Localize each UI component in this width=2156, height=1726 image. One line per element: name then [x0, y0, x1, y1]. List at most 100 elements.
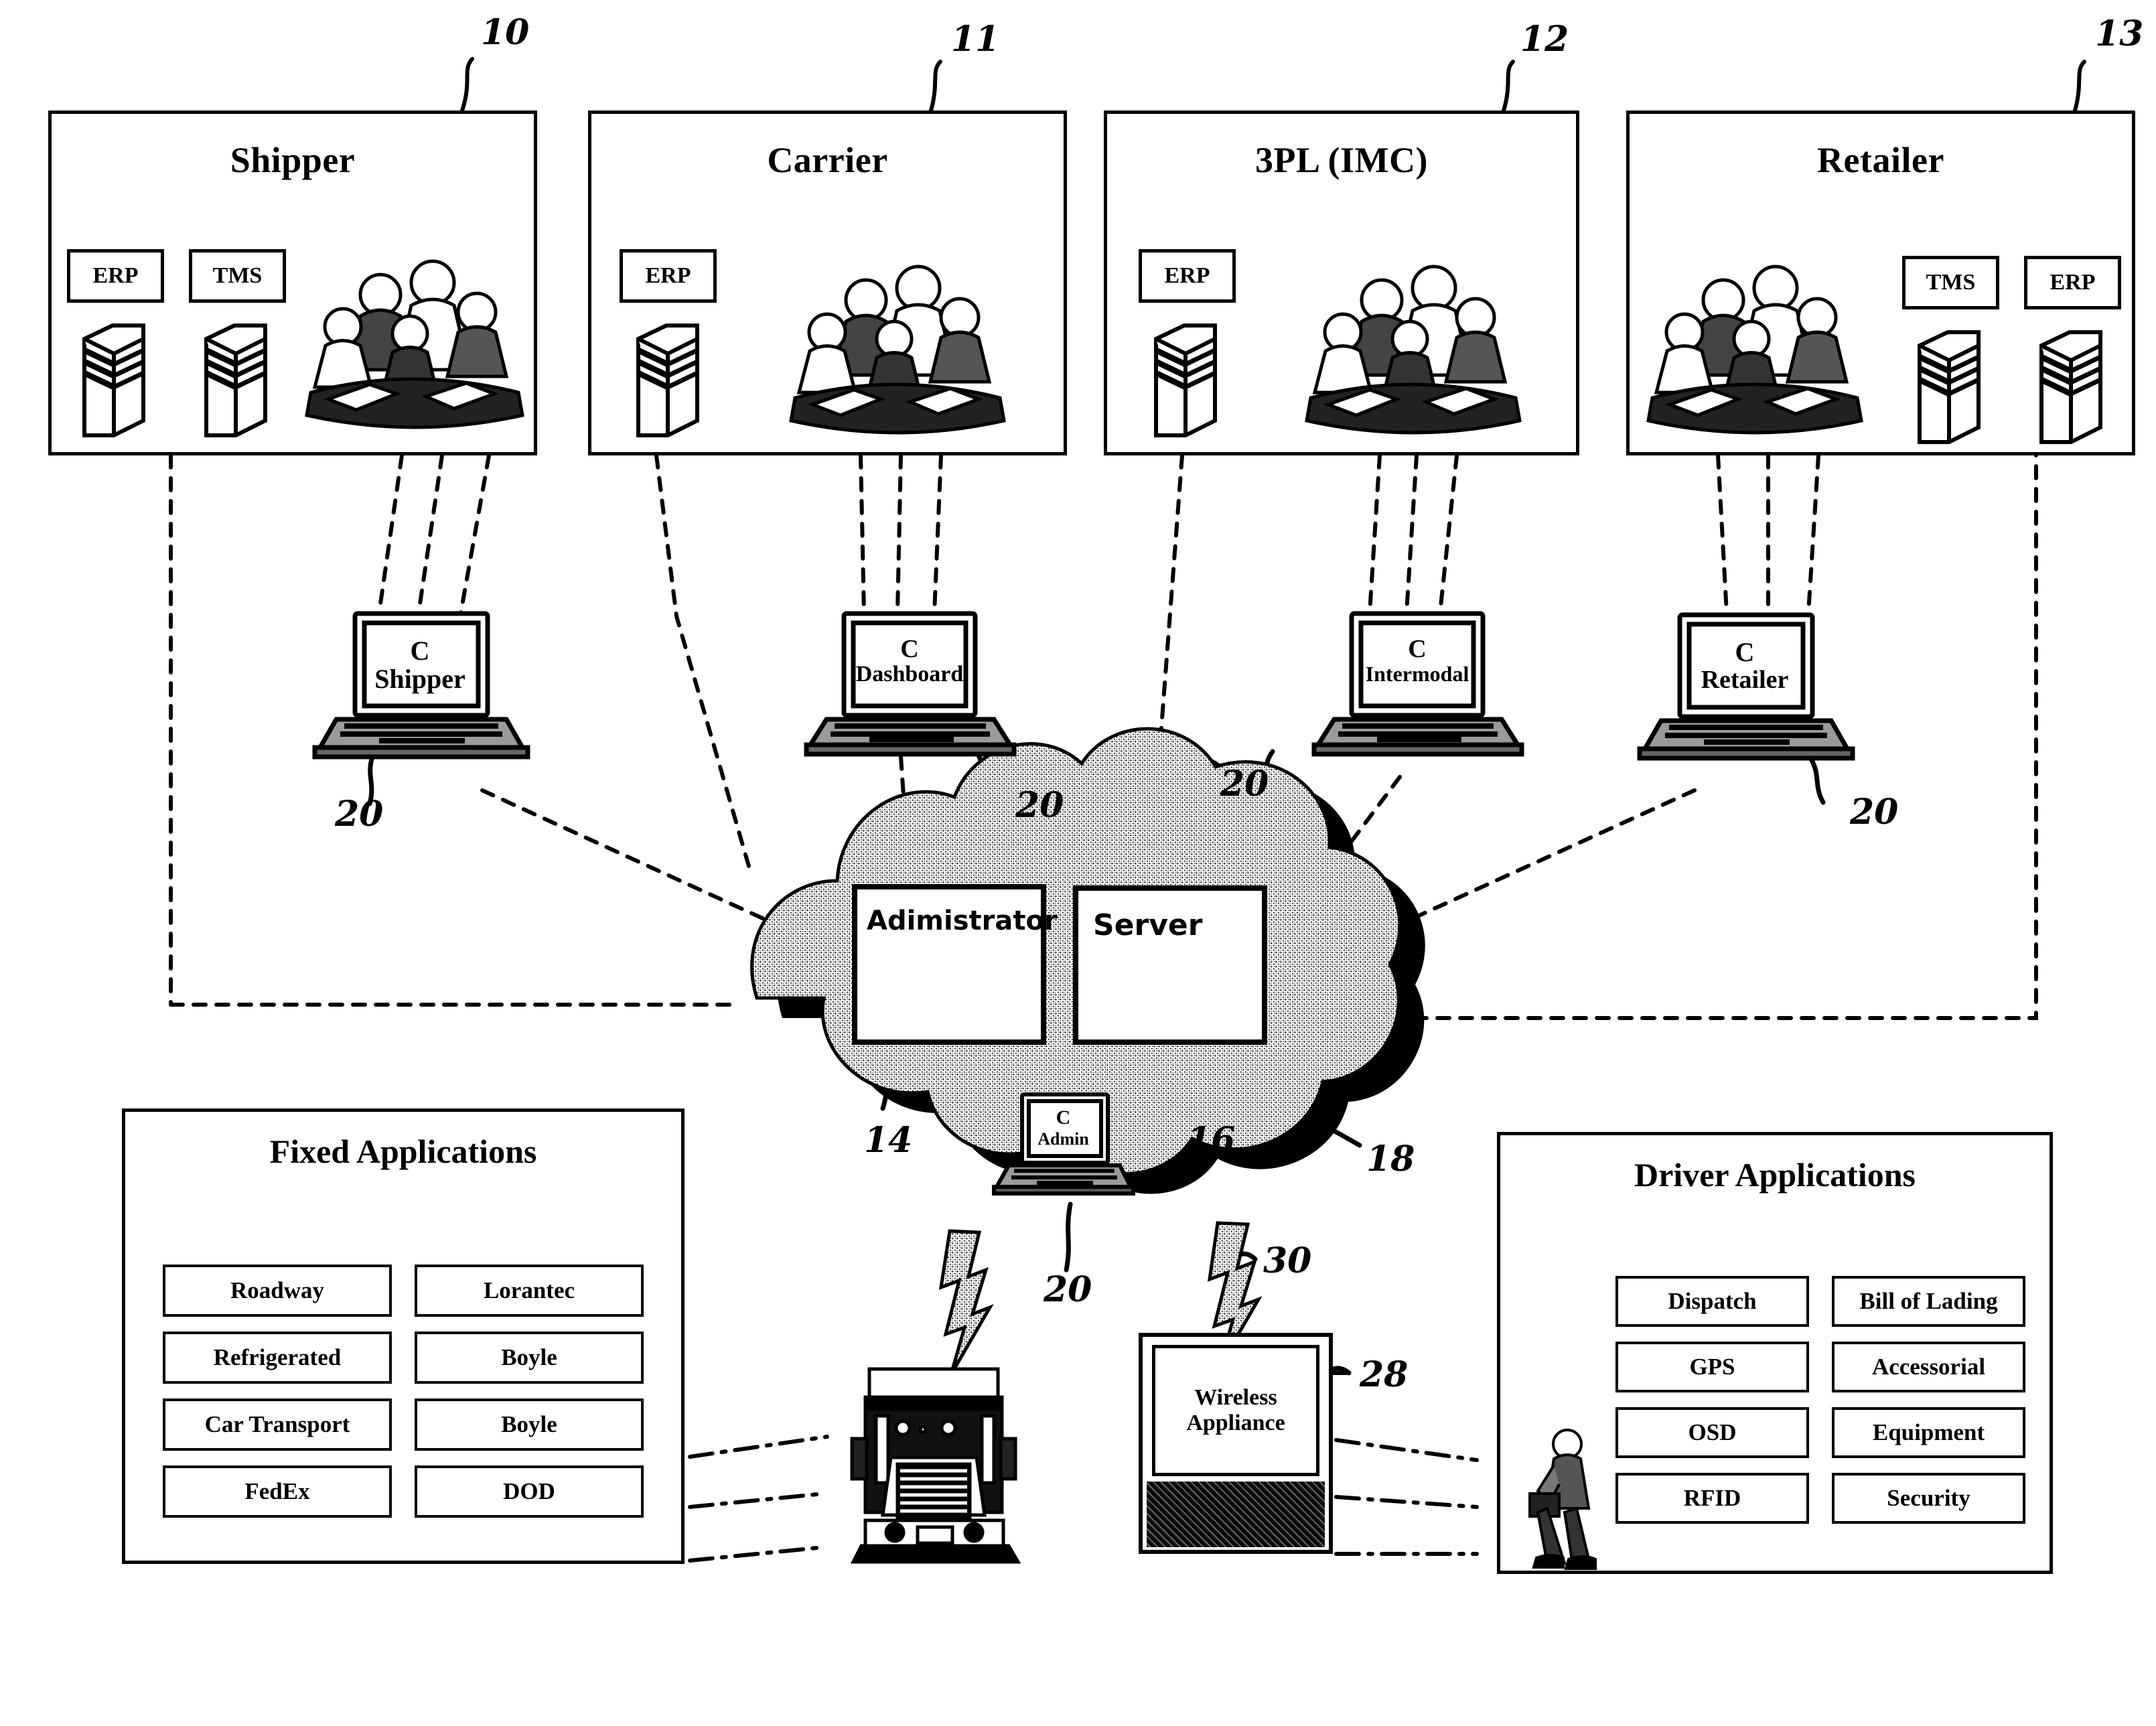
admin-laptop[interactable]: C Admin: [991, 1092, 1135, 1196]
server-tower-retailer-erp: [2039, 330, 2102, 444]
cloud-server-box[interactable]: Server: [1073, 885, 1267, 1045]
client-laptop-screen-line1: C: [900, 635, 919, 663]
fixed-app-lorantec[interactable]: Lorantec: [415, 1265, 644, 1317]
ref-numeral-16: 16: [1187, 1120, 1236, 1161]
party-title-retailer: Retailer: [1817, 140, 1944, 180]
client-laptop-screen-line1: C: [1408, 635, 1427, 663]
driver-app-label: RFID: [1683, 1485, 1741, 1511]
app-box-retailer-tms[interactable]: TMS: [1902, 256, 1999, 309]
fixed-app-label: Refrigerated: [213, 1344, 342, 1370]
cloud-server-label: Server: [1093, 908, 1203, 942]
ref-numeral-14: 14: [864, 1120, 913, 1161]
client-laptop-screen-line2: Shipper: [374, 664, 465, 694]
server-tower-carrier-erp: [636, 323, 699, 437]
patent-figure-canvas: Shipper ERP TMS Carrier ERP 3PL (IMC) ER…: [0, 0, 2156, 1726]
fixed-app-label: Roadway: [230, 1277, 325, 1303]
client-laptop-shipper[interactable]: C Shipper: [309, 609, 530, 760]
wireless-appliance-line2: Appliance: [1186, 1411, 1285, 1435]
driver-app-label: OSD: [1688, 1419, 1737, 1445]
wireless-appliance[interactable]: Wireless Appliance: [1139, 1333, 1333, 1554]
driver-app-accessorial[interactable]: Accessorial: [1832, 1342, 2025, 1392]
app-box-label: ERP: [1164, 263, 1210, 288]
fixed-app-label: FedEx: [244, 1478, 310, 1504]
admin-laptop-screen-line2: Admin: [1037, 1129, 1089, 1149]
fixed-app-roadway[interactable]: Roadway: [163, 1265, 392, 1317]
ref-numeral-28: 28: [1360, 1354, 1409, 1395]
party-title-carrier: Carrier: [767, 140, 888, 180]
fixed-app-label: DOD: [503, 1478, 555, 1504]
fixed-app-label: Lorantec: [483, 1277, 575, 1303]
fixed-app-label: Boyle: [501, 1344, 557, 1370]
ref-numeral-18: 18: [1366, 1139, 1415, 1179]
driver-app-osd[interactable]: OSD: [1615, 1407, 1809, 1458]
ref-numeral-12: 12: [1520, 19, 1569, 60]
server-tower-shipper-erp: [82, 323, 145, 437]
client-laptop-screen-line1: C: [1735, 637, 1755, 667]
driver-app-label: Bill of Lading: [1859, 1288, 1998, 1314]
client-laptop-retailer[interactable]: C Retailer: [1634, 609, 1855, 761]
wireless-appliance-keypad: [1147, 1482, 1325, 1547]
ref-numeral-20-dashboard: 20: [1015, 785, 1064, 826]
client-laptop-screen-line2: Retailer: [1701, 666, 1789, 694]
driver-person-icon: [1528, 1429, 1597, 1570]
client-laptop-screen-line2: Dashboard: [855, 662, 964, 687]
fixed-app-boyle-1[interactable]: Boyle: [415, 1332, 644, 1384]
client-laptop-screen-line2: Intermodal: [1365, 662, 1469, 686]
driver-app-gps[interactable]: GPS: [1615, 1342, 1809, 1392]
driver-applications-title: Driver Applications: [1634, 1156, 1916, 1194]
driver-app-label: Equipment: [1872, 1419, 1985, 1445]
driver-app-security[interactable]: Security: [1832, 1473, 2025, 1524]
wireless-appliance-line1: Wireless: [1194, 1384, 1277, 1410]
wireless-appliance-screen: Wireless Appliance: [1152, 1345, 1319, 1476]
fixed-applications-title: Fixed Applications: [269, 1133, 537, 1170]
client-laptop-intermodal[interactable]: C Intermodal: [1310, 609, 1524, 757]
ref-numeral-11: 11: [951, 19, 1000, 60]
app-box-carrier-erp[interactable]: ERP: [620, 249, 717, 303]
app-box-label: TMS: [212, 263, 263, 288]
ref-numeral-20-intermodal: 20: [1220, 764, 1269, 804]
driver-app-rfid[interactable]: RFID: [1615, 1473, 1809, 1524]
server-tower-retailer-tms: [1918, 330, 1981, 444]
fixed-app-fedex[interactable]: FedEx: [163, 1465, 392, 1518]
driver-applications-grid: Dispatch Bill of Lading GPS Accessorial …: [1615, 1276, 2025, 1524]
ref-numeral-30: 30: [1263, 1240, 1312, 1281]
driver-app-label: Accessorial: [1871, 1354, 1986, 1380]
fixed-app-label: Boyle: [501, 1411, 557, 1437]
client-laptop-dashboard[interactable]: C Dashboard: [802, 609, 1017, 757]
ref-numeral-20-shipper: 20: [335, 794, 384, 835]
fixed-app-label: Car Transport: [204, 1411, 350, 1437]
app-box-label: ERP: [645, 263, 691, 288]
party-title-shipper: Shipper: [230, 140, 356, 180]
app-box-shipper-erp[interactable]: ERP: [67, 249, 164, 303]
app-box-3pl-erp[interactable]: ERP: [1139, 249, 1236, 303]
app-box-shipper-tms[interactable]: TMS: [189, 249, 286, 303]
fixed-applications-grid: Roadway Lorantec Refrigerated Boyle Car …: [163, 1265, 644, 1518]
admin-laptop-screen-line1: C: [1056, 1106, 1071, 1129]
people-group-3pl: [1305, 265, 1522, 435]
fixed-app-refrigerated[interactable]: Refrigerated: [163, 1332, 392, 1384]
cloud-administrator-label: Adimistrator: [867, 906, 1058, 936]
party-title-3pl: 3PL (IMC): [1255, 140, 1428, 180]
app-box-label: TMS: [1926, 270, 1976, 295]
ref-numeral-20-retailer: 20: [1850, 792, 1899, 833]
server-tower-3pl-erp: [1154, 323, 1217, 437]
driver-app-label: Dispatch: [1668, 1288, 1757, 1314]
fixed-applications-panel: Fixed Applications Roadway Lorantec Refr…: [122, 1108, 685, 1564]
app-box-label: ERP: [2050, 270, 2096, 295]
people-group-retailer: [1646, 265, 1863, 435]
driver-app-equipment[interactable]: Equipment: [1832, 1407, 2025, 1458]
semi-truck-icon: [850, 1367, 1021, 1564]
driver-app-dispatch[interactable]: Dispatch: [1615, 1276, 1809, 1327]
driver-app-bill-of-lading[interactable]: Bill of Lading: [1832, 1276, 2025, 1327]
ref-numeral-20-admin: 20: [1044, 1269, 1092, 1310]
app-box-retailer-erp[interactable]: ERP: [2024, 256, 2121, 309]
client-laptop-screen-line1: C: [410, 636, 430, 666]
fixed-app-dod[interactable]: DOD: [415, 1465, 644, 1518]
ref-numeral-13: 13: [2095, 13, 2144, 54]
cloud-administrator-box[interactable]: Adimistrator: [852, 884, 1058, 1045]
fixed-app-boyle-2[interactable]: Boyle: [415, 1398, 644, 1451]
fixed-app-car-transport[interactable]: Car Transport: [163, 1398, 392, 1451]
app-box-label: ERP: [92, 263, 139, 288]
driver-app-label: Security: [1887, 1485, 1970, 1511]
ref-numeral-10: 10: [481, 12, 530, 53]
